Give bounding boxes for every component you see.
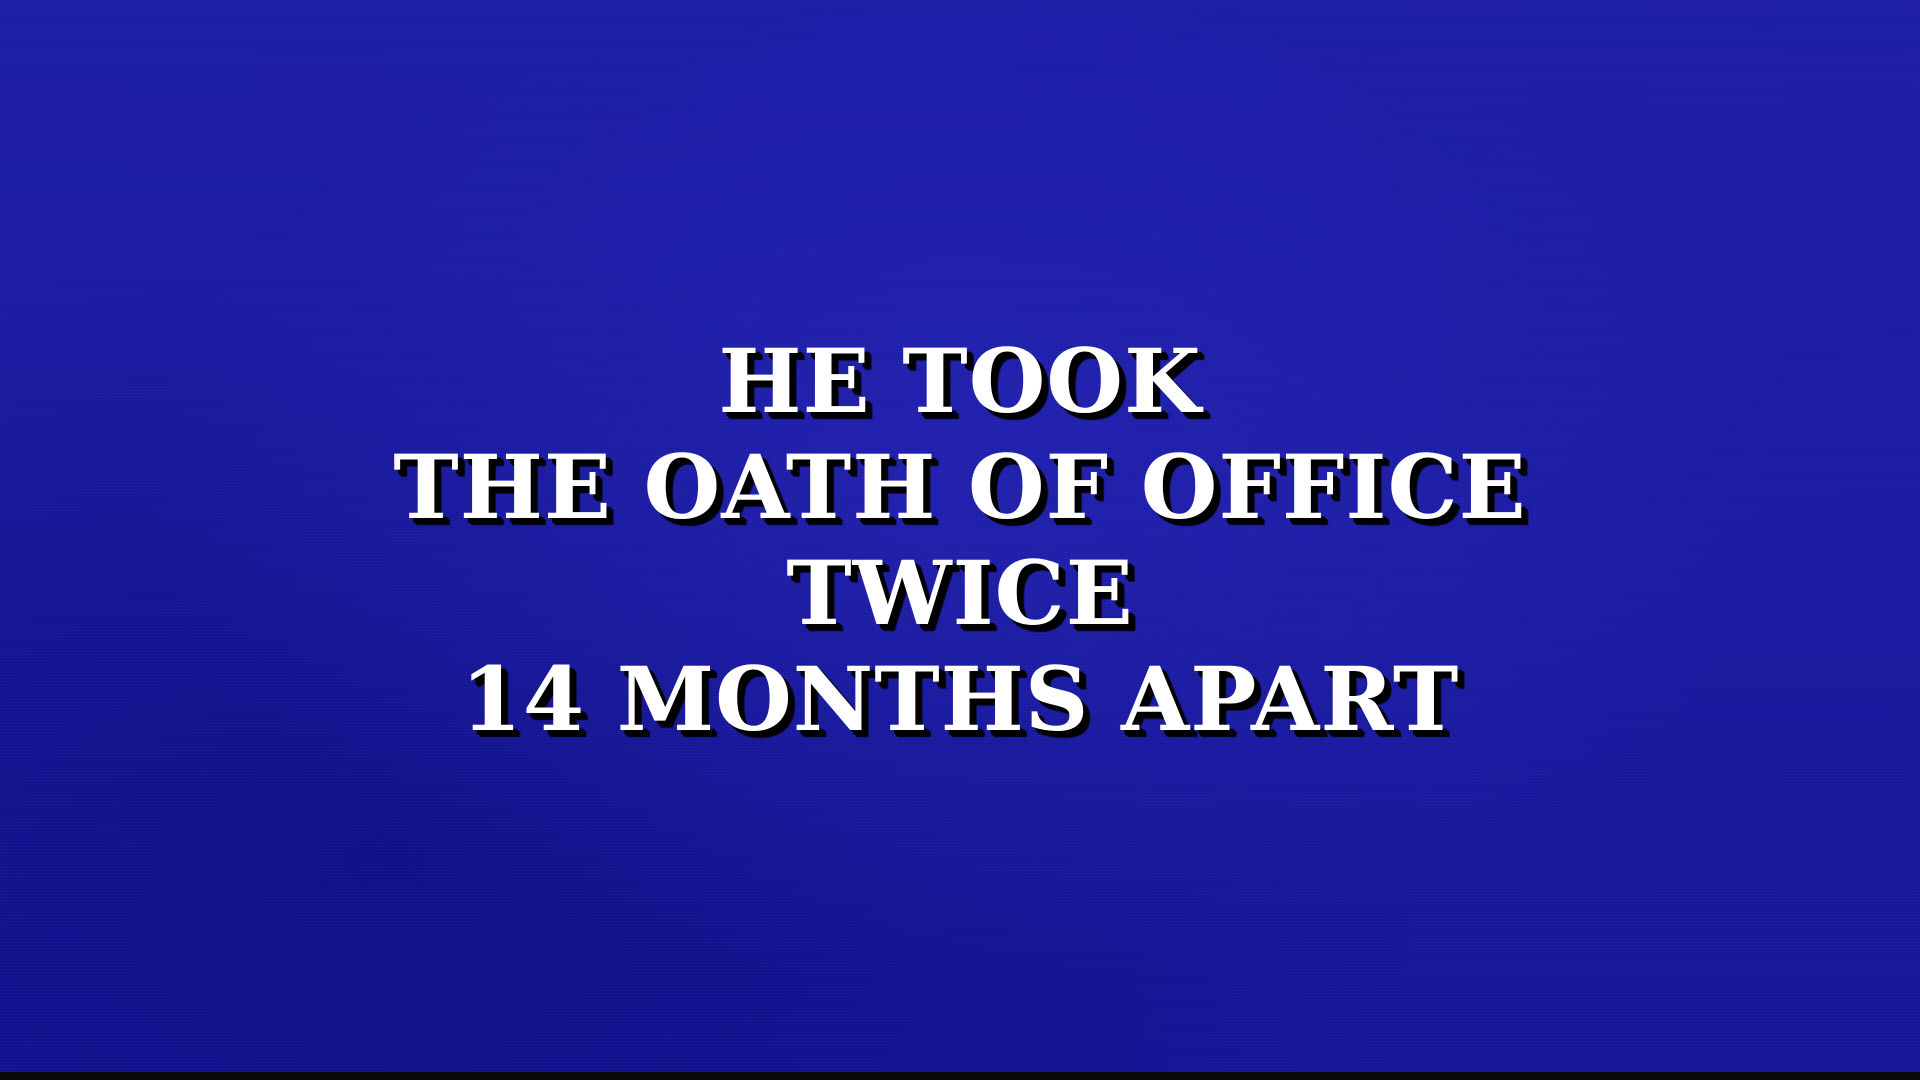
clue-line-3: TWICE bbox=[786, 541, 1134, 645]
bottom-letterbox bbox=[0, 1072, 1920, 1080]
clue-line-1: HE TOOK bbox=[718, 329, 1202, 433]
clue-line-4: 14 MONTHS APART bbox=[460, 647, 1460, 751]
clue-line-2: THE OATH OF OFFICE bbox=[393, 435, 1527, 539]
clue-board: HE TOOK THE OATH OF OFFICE TWICE 14 MONT… bbox=[0, 0, 1920, 1072]
clue-text: HE TOOK THE OATH OF OFFICE TWICE 14 MONT… bbox=[0, 328, 1920, 752]
